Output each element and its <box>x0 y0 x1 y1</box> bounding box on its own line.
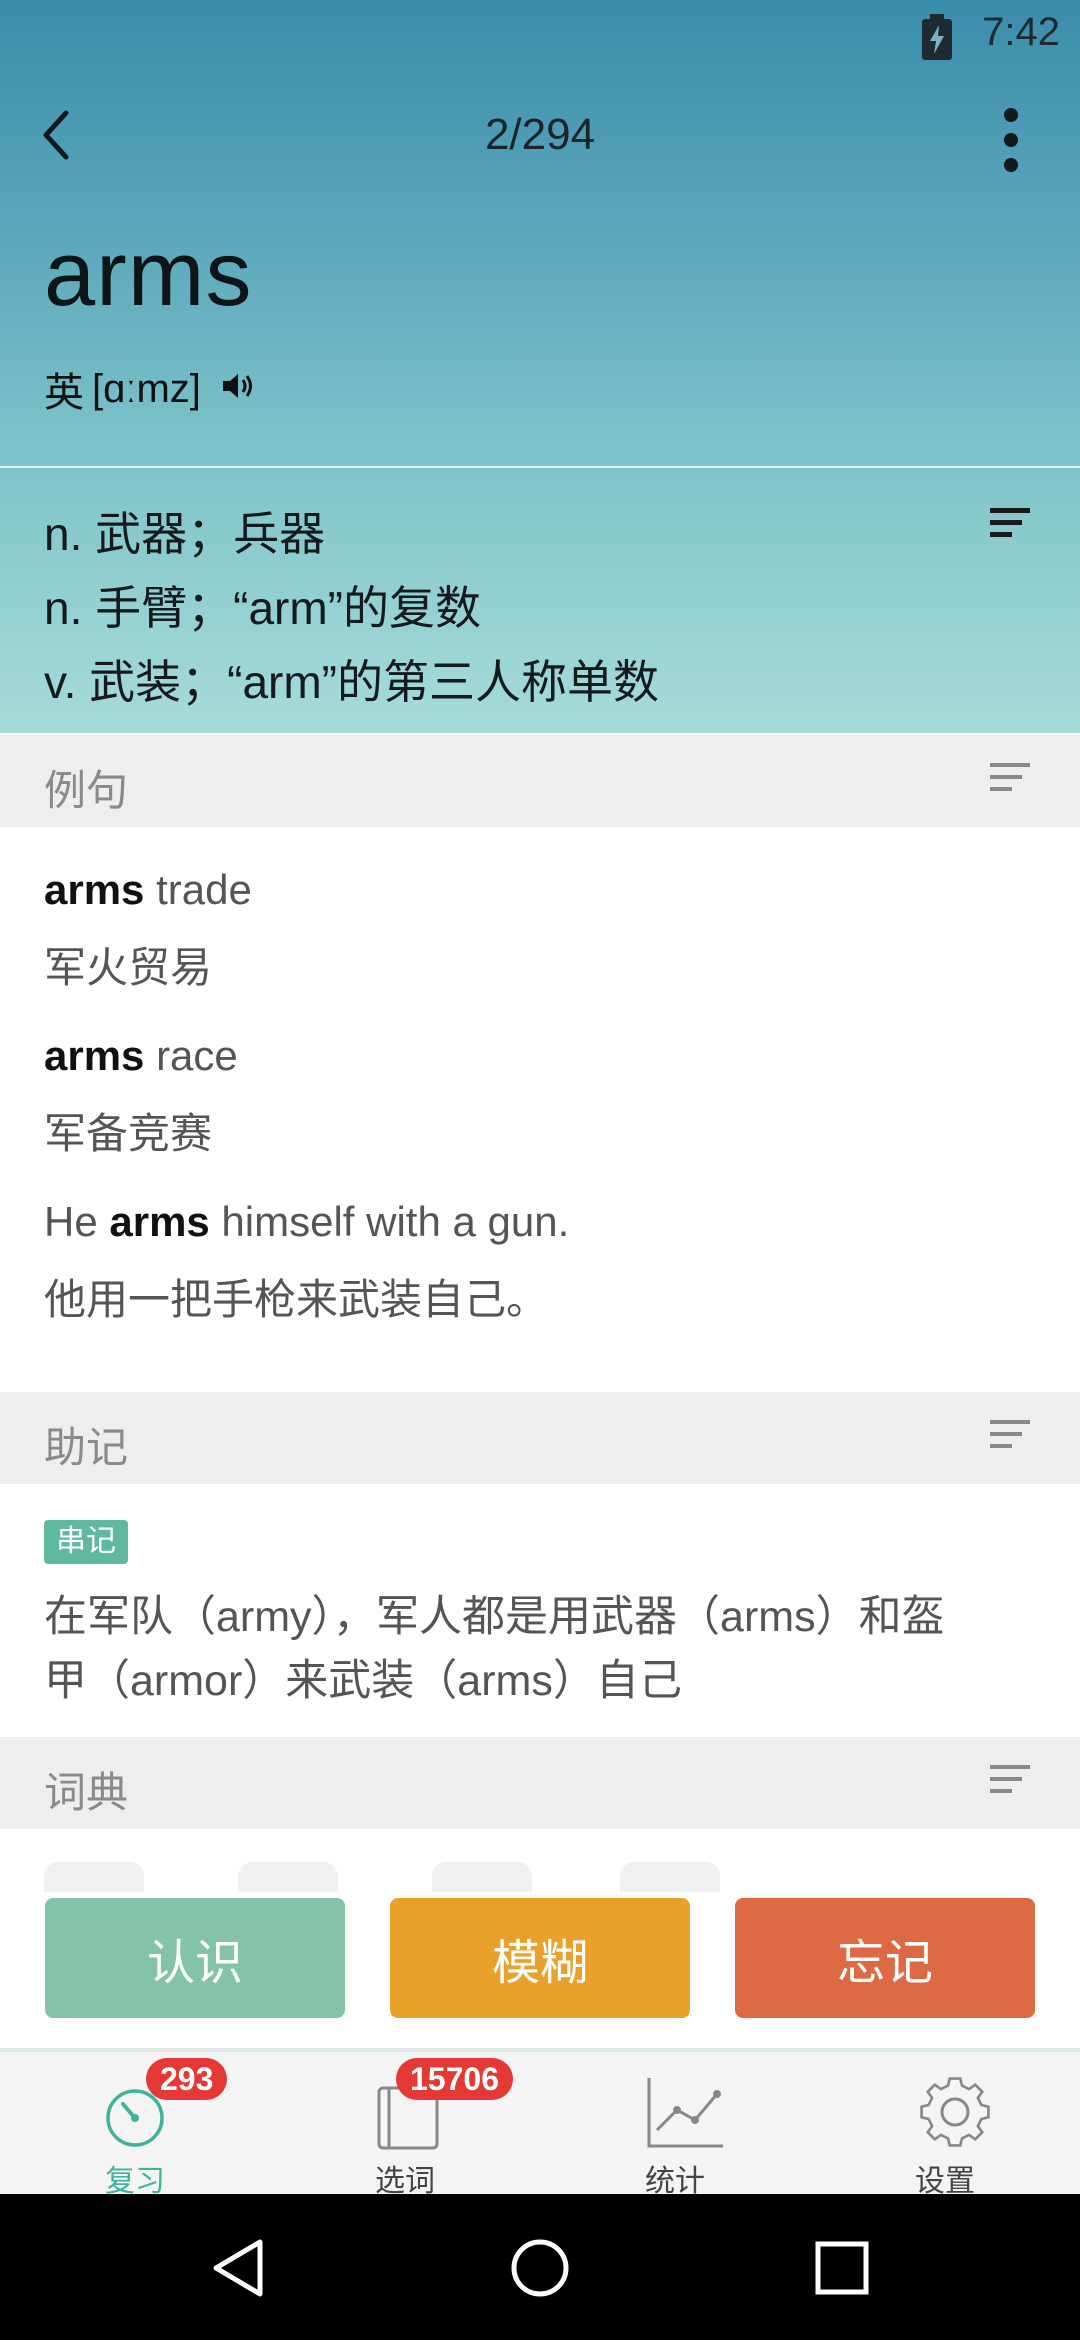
system-recents-icon[interactable] <box>814 2240 870 2301</box>
definition-2: n. 手臂；“arm”的复数 <box>44 582 481 634</box>
sort-menu-icon[interactable] <box>990 506 1032 545</box>
battery-charging-icon <box>922 14 952 65</box>
nav-statistics[interactable]: 统计 <box>540 2052 810 2198</box>
phonetic: [ɑːmz] <box>92 366 201 411</box>
examples-section-header: 例句 <box>0 735 1080 827</box>
section-title: 例句 <box>44 767 129 814</box>
nav-review[interactable]: 293 复习 <box>0 2052 270 2198</box>
section-title: 词典 <box>44 1769 129 1816</box>
mnemonic-section-header: 助记 <box>0 1392 1080 1484</box>
know-button[interactable]: 认识 <box>45 1898 345 2018</box>
sort-menu-icon[interactable] <box>990 1763 1032 1802</box>
dictionary-tab[interactable] <box>44 1862 144 1892</box>
definition-3: v. 武装；“arm”的第三人称单数 <box>44 656 660 708</box>
sort-menu-icon[interactable] <box>990 1418 1032 1457</box>
definition-1: n. 武器；兵器 <box>44 508 326 560</box>
chart-line-icon <box>645 2072 725 2157</box>
page-counter: 2/294 <box>484 110 596 159</box>
system-navigation-bar <box>0 2194 1080 2340</box>
example-zh-1: 军火贸易 <box>44 944 213 991</box>
bottom-navigation: 293 复习 15706 选词 统计 设置 <box>0 2048 1080 2198</box>
system-home-icon[interactable] <box>510 2238 570 2303</box>
dictionary-tab[interactable] <box>432 1862 532 1892</box>
mnemonic-line-2: 甲（armor）来武装（arms）自己 <box>44 1657 682 1705</box>
example-en-3: He arms himself with a gun. <box>44 1198 570 1245</box>
word-title: arms <box>44 223 253 325</box>
dictionary-section-header: 词典 <box>0 1737 1080 1829</box>
fuzzy-button[interactable]: 模糊 <box>390 1898 690 2018</box>
section-title: 助记 <box>44 1424 129 1471</box>
mnemonic-tag: 串记 <box>44 1520 128 1564</box>
status-time: 7:42 <box>982 10 1060 54</box>
system-back-icon[interactable] <box>210 2238 266 2303</box>
review-badge: 293 <box>146 2058 228 2100</box>
forget-button[interactable]: 忘记 <box>735 1898 1035 2018</box>
speaker-icon[interactable] <box>221 367 257 412</box>
pronunciation[interactable]: 英 [ɑːmz] <box>44 360 257 418</box>
select-badge: 15706 <box>396 2058 513 2100</box>
example-en-2: arms race <box>44 1032 238 1079</box>
pronunciation-label: 英 <box>44 371 84 415</box>
dictionary-tab[interactable] <box>620 1862 720 1892</box>
mnemonic-line-1: 在军队（army），军人都是用武器（arms）和盔 <box>44 1593 945 1641</box>
dictionary-tab[interactable] <box>238 1862 338 1892</box>
gear-icon <box>915 2072 995 2157</box>
sort-menu-icon[interactable] <box>990 761 1032 800</box>
nav-settings[interactable]: 设置 <box>810 2052 1080 2198</box>
example-zh-2: 军备竞赛 <box>44 1110 213 1157</box>
example-zh-3: 他用一把手枪来武装自己。 <box>44 1276 549 1323</box>
more-options-button[interactable] <box>985 100 1035 180</box>
example-en-1: arms trade <box>44 866 252 913</box>
header-divider <box>0 466 1080 468</box>
nav-select-words[interactable]: 15706 选词 <box>270 2052 540 2198</box>
